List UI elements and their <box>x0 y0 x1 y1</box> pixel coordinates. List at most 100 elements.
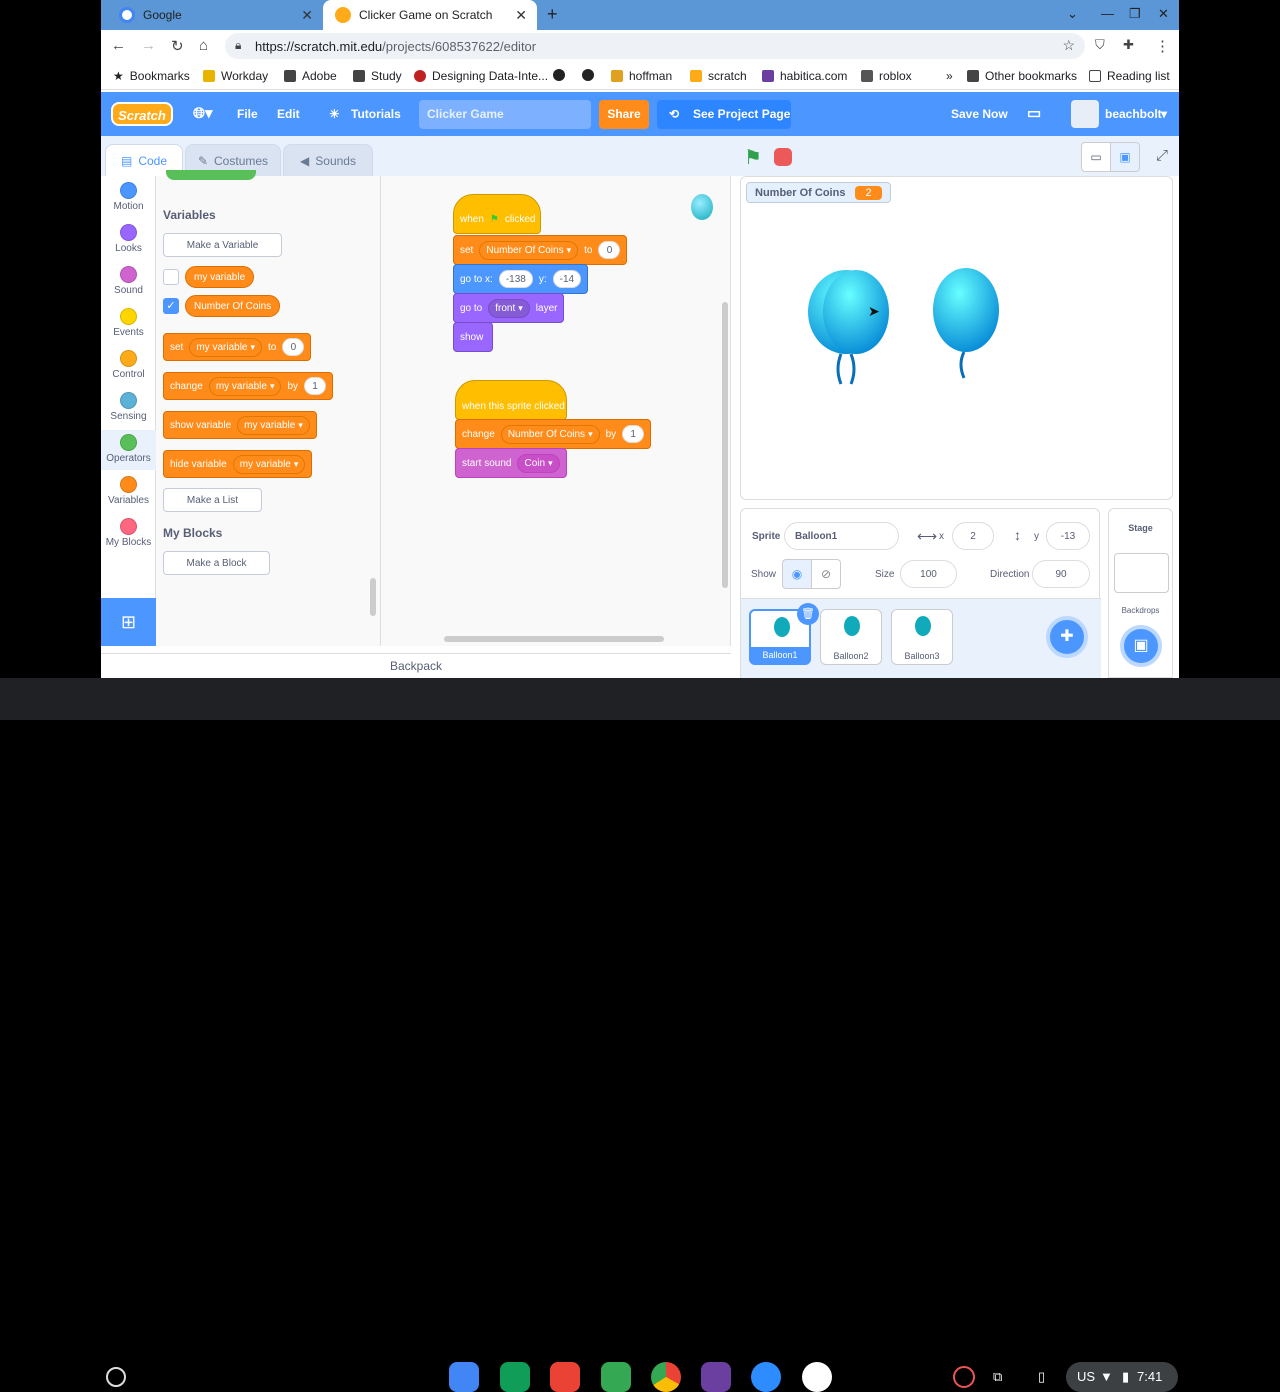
make-variable-button[interactable]: Make a Variable <box>163 233 282 257</box>
menu-file[interactable]: File <box>237 107 258 121</box>
small-stage-icon[interactable]: ▭ <box>1081 142 1111 172</box>
minimize-icon[interactable]: — <box>1101 6 1114 21</box>
hide-eye-icon[interactable]: ⊘ <box>811 559 841 589</box>
fullscreen-icon[interactable]: ⤢ <box>1147 142 1177 172</box>
y-input[interactable]: -13 <box>1046 522 1090 550</box>
menu-edit[interactable]: Edit <box>277 107 300 121</box>
change-variable-block[interactable]: changeNumber Of Coinsby1 <box>455 419 652 449</box>
large-stage-icon[interactable]: ▣ <box>1110 142 1140 172</box>
play-store-icon[interactable] <box>601 1362 631 1392</box>
username[interactable]: beachbolt <box>1105 107 1162 121</box>
delete-trash-icon[interactable]: 🗑︎ <box>797 603 819 625</box>
close-window-icon[interactable]: ✕ <box>1158 6 1169 22</box>
backpack-bar[interactable]: Backpack <box>101 653 731 678</box>
palette-scrollbar[interactable] <box>370 578 376 616</box>
bookmark-item[interactable]: Designing Data-Inte... <box>414 69 548 83</box>
extension-shield-icon[interactable]: ⛉ <box>1095 37 1105 53</box>
green-flag-icon[interactable]: ⚑ <box>744 145 762 170</box>
balloon-sprites[interactable] <box>801 262 1021 402</box>
stage-selector[interactable]: Stage Backdrops ▣ <box>1108 508 1173 678</box>
set-variable-block[interactable]: setNumber Of Coinsto0 <box>453 235 628 265</box>
sound-dropdown[interactable]: Coin <box>517 453 560 473</box>
number-of-coins-checkbox[interactable]: ✓ <box>163 298 179 314</box>
tab-scratch[interactable]: Clicker Game on Scratch ✕ <box>323 0 537 30</box>
bookmark-folder[interactable]: Study <box>353 69 402 83</box>
see-project-page-button[interactable]: ⟲ See Project Page <box>657 100 791 129</box>
my-stuff-folder-icon[interactable]: ▭ <box>1027 104 1041 122</box>
go-to-layer-block[interactable]: go tofrontlayer <box>453 293 565 323</box>
my-variable-checkbox[interactable] <box>163 269 179 285</box>
variable-dropdown[interactable]: my variable <box>189 337 263 357</box>
variable-dropdown[interactable]: Number Of Coins <box>479 240 579 260</box>
layer-dropdown[interactable]: front <box>488 298 530 318</box>
new-tab-icon[interactable]: + <box>547 4 558 25</box>
menu-tutorials[interactable]: Tutorials <box>351 107 401 121</box>
make-list-button[interactable]: Make a List <box>163 488 262 512</box>
start-sound-block[interactable]: start sound Coin <box>455 448 567 478</box>
x-input[interactable]: 2 <box>952 522 994 550</box>
stage-thumbnail[interactable] <box>1114 553 1169 593</box>
when-sprite-clicked-block[interactable]: when this sprite clicked <box>455 380 567 420</box>
show-variable-block[interactable]: show variable my variable <box>163 411 317 439</box>
when-flag-clicked-block[interactable]: when ⚑ clicked <box>453 194 541 234</box>
bookmark-folder[interactable]: Adobe <box>284 69 337 83</box>
operators-block-fragment[interactable] <box>166 170 256 180</box>
reload-icon[interactable]: ↻ <box>171 37 184 55</box>
gmail-app-icon[interactable] <box>550 1362 580 1392</box>
vertical-scrollbar[interactable] <box>722 302 728 588</box>
category-events[interactable]: Events <box>101 308 156 338</box>
reading-list[interactable]: Reading list <box>1089 69 1170 83</box>
value-input[interactable]: 0 <box>598 241 621 259</box>
sprite-tile-balloon1[interactable]: Balloon1 🗑︎ <box>749 603 819 665</box>
variable-dropdown[interactable]: my variable <box>232 454 306 474</box>
launcher-icon[interactable] <box>106 1367 126 1387</box>
bookmark-folder[interactable]: Other bookmarks <box>967 69 1077 83</box>
zoom-app-icon[interactable] <box>751 1362 781 1392</box>
chevron-down-icon[interactable]: ▾ <box>1161 107 1167 121</box>
scratch-logo[interactable]: Scratch <box>111 102 173 126</box>
bookmark-item[interactable]: Workday <box>203 69 268 83</box>
u-app-icon[interactable] <box>802 1362 832 1392</box>
variable-dropdown[interactable]: my variable <box>237 415 310 435</box>
bookmark-item[interactable]: ★ Bookmarks <box>113 69 190 83</box>
category-control[interactable]: Control <box>101 350 156 380</box>
sprite-name-input[interactable]: Balloon1 <box>784 522 899 550</box>
share-button[interactable]: Share <box>599 100 649 129</box>
balloon-sprite-3[interactable] <box>933 268 999 352</box>
value-input[interactable]: 0 <box>282 338 305 356</box>
variable-dropdown[interactable]: my variable <box>208 376 282 396</box>
my-variable-reporter[interactable]: my variable <box>185 266 255 288</box>
tab-sounds[interactable]: ◀︎ Sounds <box>283 144 373 176</box>
direction-input[interactable]: 90 <box>1032 560 1090 588</box>
close-icon[interactable]: ✕ <box>515 7 527 24</box>
y-input[interactable]: -14 <box>552 270 582 288</box>
show-block[interactable]: show <box>453 322 493 352</box>
change-variable-block[interactable]: changemy variableby1 <box>163 372 334 400</box>
forward-icon[interactable]: → <box>141 37 156 54</box>
size-input[interactable]: 100 <box>900 560 957 588</box>
value-input[interactable]: 1 <box>304 377 327 395</box>
home-icon[interactable]: ⌂ <box>199 37 208 54</box>
value-input[interactable]: 1 <box>622 425 645 443</box>
category-my-blocks[interactable]: My Blocks <box>101 518 156 548</box>
bookmark-globe[interactable] <box>553 69 571 81</box>
habitica-app-icon[interactable] <box>701 1362 731 1392</box>
language-globe-icon[interactable]: 🌐︎▾ <box>193 104 213 122</box>
make-block-button[interactable]: Make a Block <box>163 551 270 575</box>
bookmark-item[interactable]: roblox <box>861 69 912 83</box>
save-now-button[interactable]: Save Now <box>951 107 1008 121</box>
bookmark-item[interactable]: hoffman <box>611 69 672 83</box>
category-looks[interactable]: Looks <box>101 224 156 254</box>
maximize-icon[interactable]: ❐ <box>1129 6 1141 22</box>
stop-icon[interactable] <box>774 148 792 166</box>
sprite-tile-balloon2[interactable]: Balloon2 <box>820 609 882 665</box>
screen-record-icon[interactable] <box>953 1366 975 1388</box>
choose-backdrop-button[interactable]: ▣ <box>1120 625 1162 667</box>
docs-app-icon[interactable] <box>449 1362 479 1392</box>
stage-canvas[interactable]: Number Of Coins 2 ➤ <box>740 176 1173 500</box>
set-variable-block[interactable]: setmy variableto0 <box>163 333 312 361</box>
back-icon[interactable]: ← <box>111 37 126 54</box>
category-variables[interactable]: Variables <box>101 476 156 506</box>
avatar[interactable] <box>1071 100 1099 128</box>
tab-google[interactable]: Google ✕ <box>107 0 323 30</box>
